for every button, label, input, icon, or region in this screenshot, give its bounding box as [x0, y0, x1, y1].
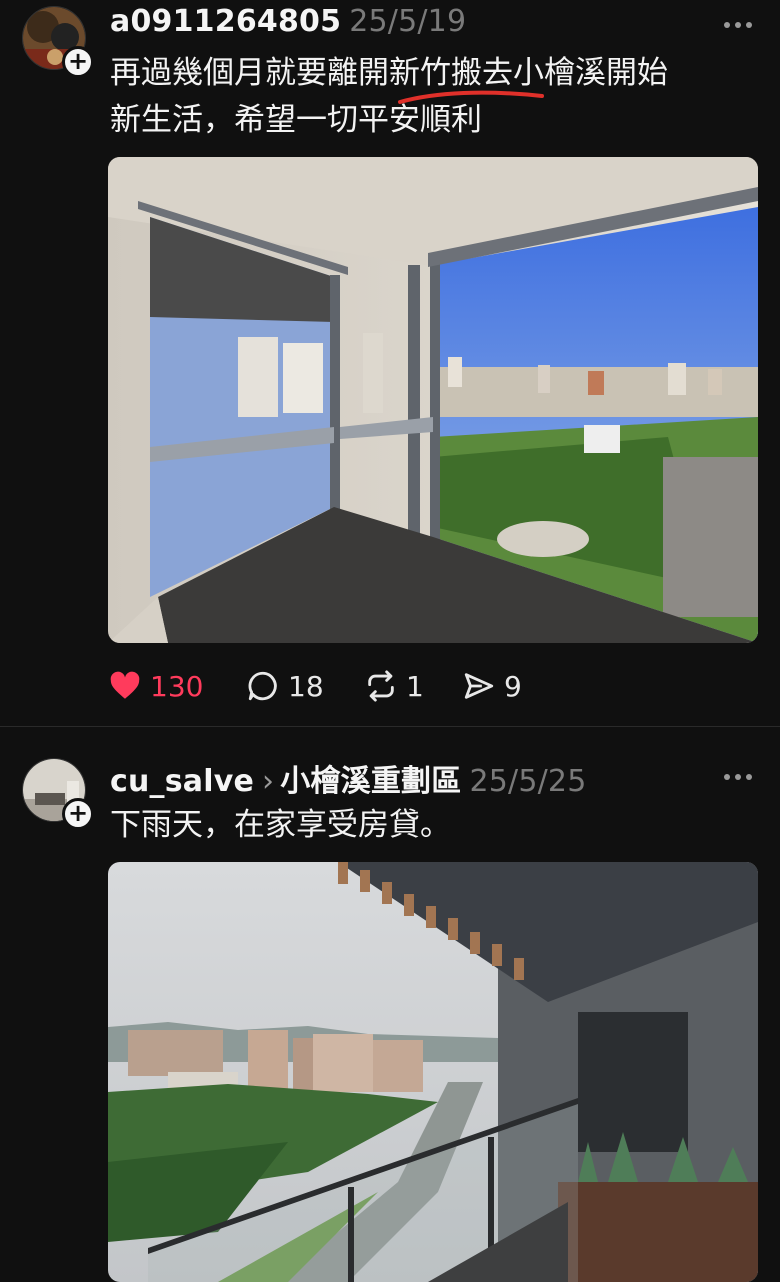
- action-bar: 130 18 1 9: [108, 664, 608, 708]
- post-text: 下雨天，在家享受房貸。: [110, 807, 451, 843]
- comment-button[interactable]: 18: [246, 664, 324, 708]
- comment-count: 18: [288, 669, 324, 703]
- like-button[interactable]: 130: [108, 664, 203, 708]
- share-count: 9: [504, 669, 522, 703]
- share-button[interactable]: 9: [462, 664, 522, 708]
- heart-icon: [110, 671, 140, 699]
- follow-button[interactable]: +: [62, 798, 94, 830]
- post-2: + cu_salve › 小檜溪重劃區 25/5/25 下雨天，在家享受房貸。: [0, 728, 780, 1282]
- post-header: cu_salve › 小檜溪重劃區 25/5/25: [110, 756, 587, 800]
- post-1: + a0911264805 25/5/19 再過幾個月就要離開新竹搬去小檜溪開始 …: [0, 0, 780, 727]
- post-divider: [0, 726, 780, 727]
- share-icon: [464, 673, 494, 699]
- post-header: a0911264805 25/5/19: [110, 4, 466, 39]
- repost-count: 1: [406, 669, 424, 703]
- follow-button[interactable]: +: [62, 46, 94, 78]
- like-count: 130: [150, 669, 204, 703]
- post-image-balcony[interactable]: [108, 157, 758, 643]
- more-icon[interactable]: [722, 16, 754, 32]
- username[interactable]: a0911264805: [110, 4, 341, 39]
- repost-button[interactable]: 1: [364, 664, 424, 708]
- comment-icon: [248, 671, 277, 701]
- location-tag[interactable]: 小檜溪重劃區: [280, 764, 461, 799]
- timestamp: 25/5/19: [349, 4, 467, 39]
- username[interactable]: cu_salve: [110, 764, 254, 799]
- underline-annotation: [398, 90, 544, 104]
- chevron-right-icon: ›: [262, 764, 275, 799]
- more-icon[interactable]: [722, 768, 754, 784]
- post-image-rainy-balcony[interactable]: [108, 862, 758, 1282]
- repost-icon: [368, 670, 394, 702]
- timestamp: 25/5/25: [469, 764, 587, 799]
